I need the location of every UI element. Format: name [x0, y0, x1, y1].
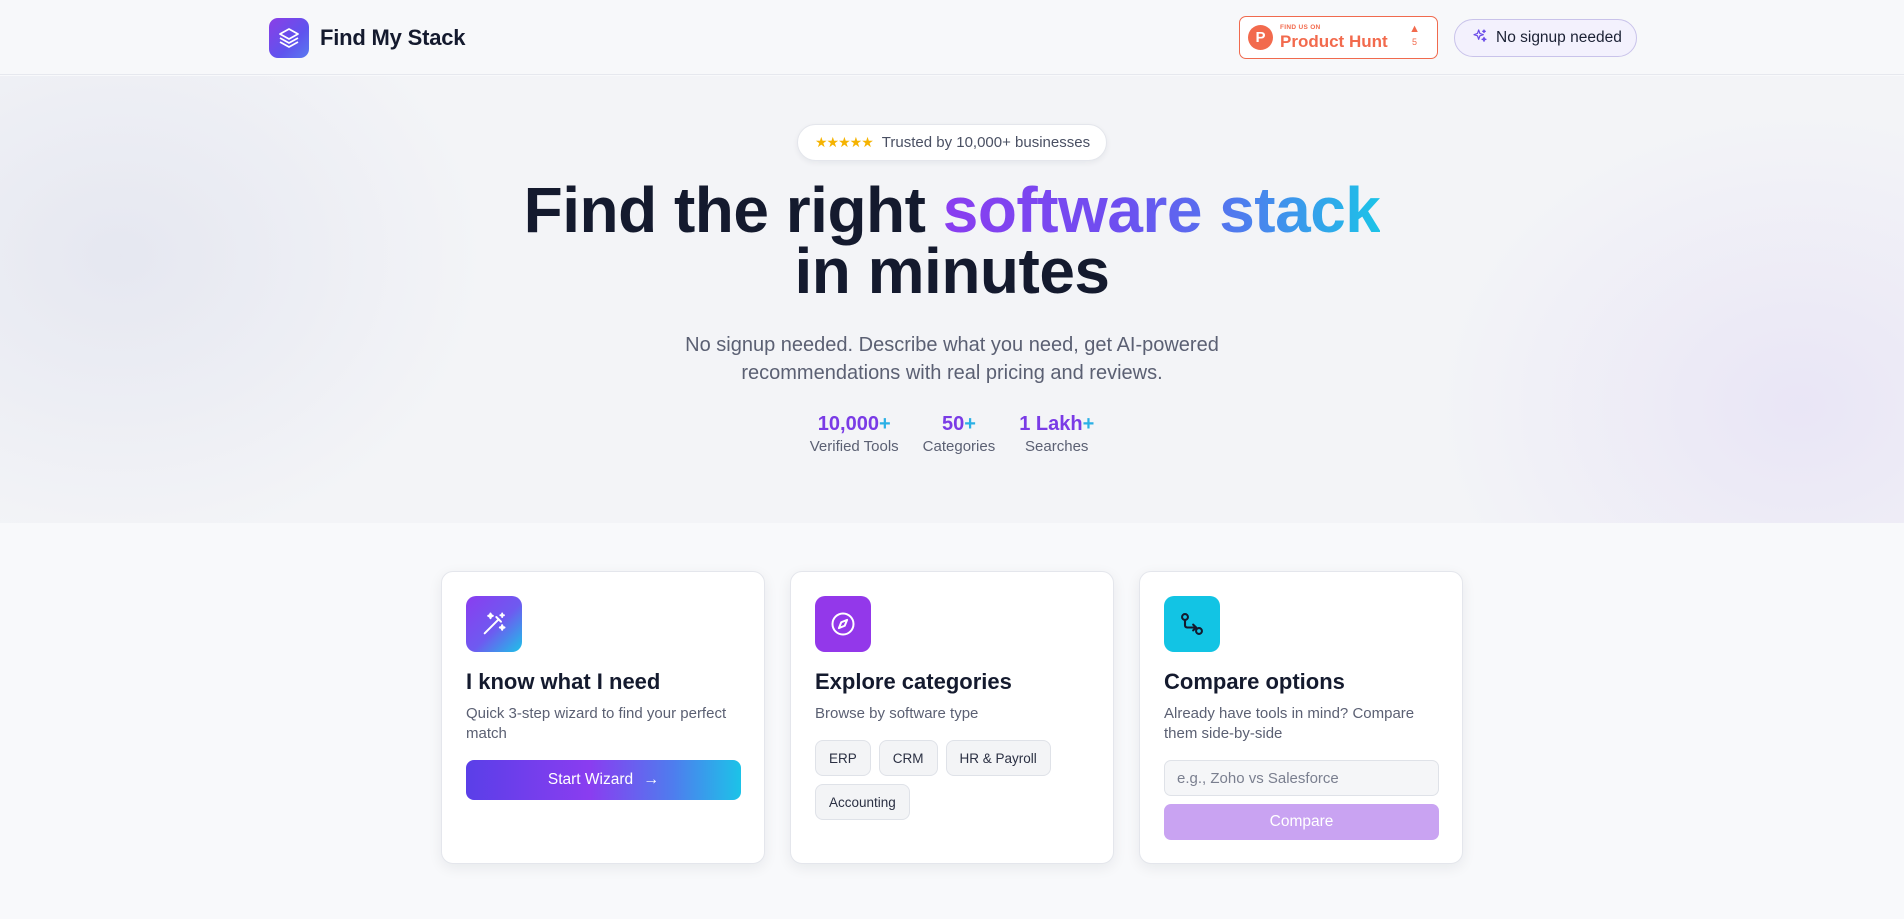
chip-crm[interactable]: CRM: [878, 740, 938, 776]
start-wizard-label: Start Wizard: [547, 771, 634, 788]
stat-verified-tools: 10,000+ Verified Tools: [810, 412, 899, 455]
producthunt-badge[interactable]: P FIND US ON Product Hunt ▲ 5: [1239, 16, 1438, 59]
producthunt-small-label: FIND US ON: [1280, 23, 1321, 31]
layers-icon: [269, 18, 309, 58]
trust-badge: ★★★★★ Trusted by 10,000+ businesses: [797, 124, 1107, 161]
stat-plus: +: [964, 413, 976, 435]
start-wizard-button[interactable]: Start Wizard →: [466, 760, 741, 800]
stat-value: 10,000: [817, 413, 879, 435]
stat-value: 1 Lakh: [1019, 413, 1083, 435]
brand-name: Find My Stack: [320, 25, 466, 50]
hero-title: Find the right software stack in minutes: [0, 178, 1904, 303]
wizard-card: I know what I need Quick 3-step wizard t…: [441, 571, 765, 864]
producthunt-name: Product Hunt: [1280, 32, 1388, 52]
compare-card-title: Compare options: [1164, 669, 1345, 694]
stat-label: Categories: [922, 438, 996, 455]
no-signup-pill[interactable]: No signup needed: [1454, 19, 1637, 57]
no-signup-label: No signup needed: [1496, 29, 1622, 46]
five-stars-icon: ★★★★★: [815, 134, 874, 150]
stat-categories: 50+ Categories: [923, 412, 996, 455]
compass-icon: [815, 596, 871, 652]
producthunt-logo-icon: P: [1248, 25, 1273, 50]
stat-label: Searches: [1025, 438, 1089, 455]
explore-card-title: Explore categories: [815, 669, 1012, 694]
top-header: Find My Stack P FIND US ON Product Hunt …: [0, 0, 1904, 75]
stat-searches: 1 Lakh+ Searches: [1019, 412, 1094, 455]
compare-button[interactable]: Compare: [1164, 804, 1439, 840]
stats-row: 10,000+ Verified Tools 50+ Categories 1 …: [0, 412, 1904, 455]
trust-text: Trusted by 10,000+ businesses: [881, 134, 1091, 151]
hero-subtitle: No signup needed. Describe what you need…: [685, 334, 1219, 384]
producthunt-vote-count: 5: [1412, 37, 1418, 47]
sparkles-icon: [1472, 28, 1488, 49]
compare-card-description: Already have tools in mind? Compare them…: [1164, 705, 1415, 742]
chip-accounting[interactable]: Accounting: [815, 784, 910, 820]
brand[interactable]: Find My Stack: [269, 18, 466, 58]
magic-wand-icon: [466, 596, 522, 652]
git-compare-icon: [1164, 596, 1220, 652]
producthunt-votes: ▲ 5: [1409, 24, 1420, 47]
explore-card-description: Browse by software type: [815, 705, 979, 722]
stat-value: 50: [941, 413, 965, 435]
wizard-card-description: Quick 3-step wizard to find your perfect…: [466, 705, 727, 742]
explore-card: Explore categories Browse by software ty…: [790, 571, 1114, 864]
stat-plus: +: [878, 413, 891, 435]
category-chips: ERP CRM HR & Payroll Accounting: [815, 740, 1095, 828]
hero-title-line2: in minutes: [794, 235, 1110, 307]
compare-input[interactable]: [1164, 760, 1439, 796]
arrow-right-icon: →: [643, 771, 660, 788]
compare-card: Compare options Already have tools in mi…: [1139, 571, 1463, 864]
chip-erp[interactable]: ERP: [815, 740, 871, 776]
upvote-triangle-icon: ▲: [1409, 23, 1420, 35]
stat-plus: +: [1082, 413, 1095, 435]
stat-label: Verified Tools: [809, 438, 899, 455]
chip-hr-payroll[interactable]: HR & Payroll: [945, 740, 1051, 776]
wizard-card-title: I know what I need: [466, 669, 661, 694]
